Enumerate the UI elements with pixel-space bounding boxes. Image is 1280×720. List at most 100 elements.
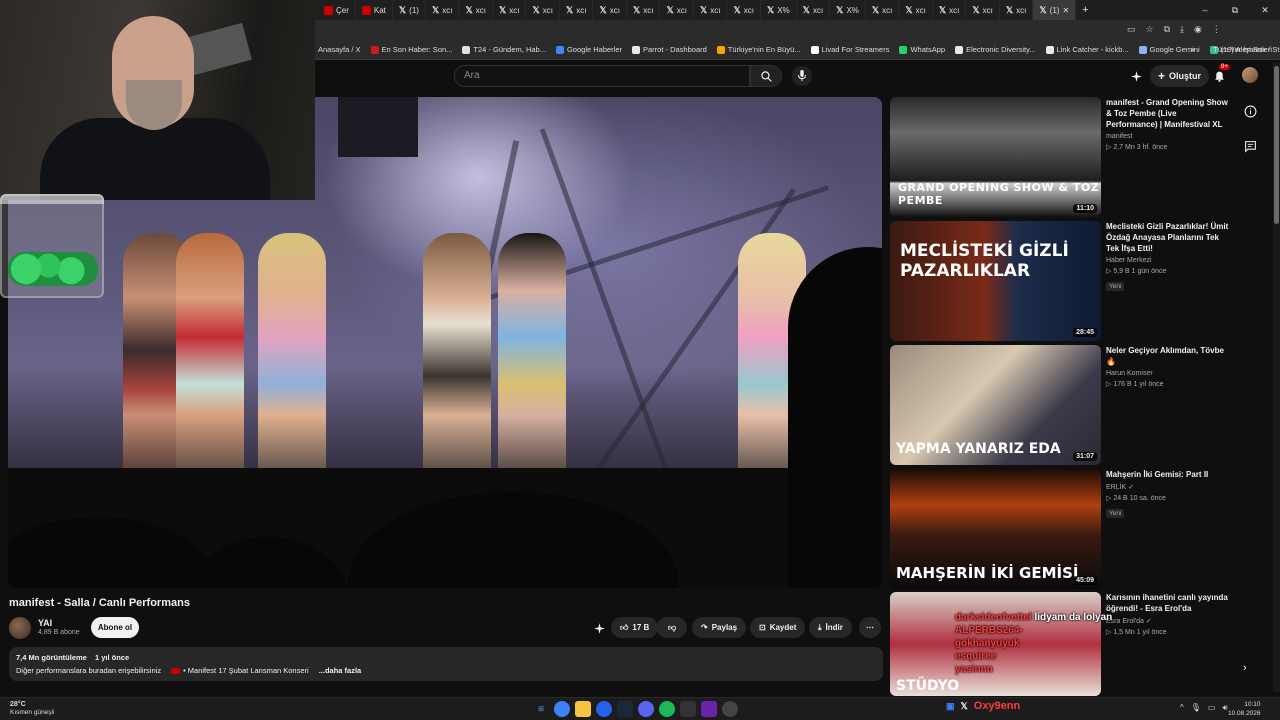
browser-tab[interactable]: 𝕏xcı xyxy=(899,0,933,20)
recommended-video[interactable]: MECLİSTEKİ GİZLİ PAZARLIKLAR 28:45 Meclist… xyxy=(890,221,1240,341)
download-icon[interactable]: ⤓ xyxy=(1180,24,1184,35)
browser-tab[interactable]: 𝕏xcı xyxy=(660,0,694,20)
bookmark-item[interactable]: Anasayfa / X xyxy=(318,45,361,54)
bookmark-item[interactable]: En Son Haber: Son... xyxy=(370,45,452,54)
browser-tab[interactable]: Kat xyxy=(356,0,393,20)
video-thumbnail[interactable]: YAPMA YANARIZ EDA 31:07 xyxy=(890,345,1101,465)
video-thumbnail[interactable]: MECLİSTEKİ GİZLİ PAZARLIKLAR 28:45 xyxy=(890,221,1101,341)
new-tab-button[interactable]: + xyxy=(1076,0,1094,20)
system-clock[interactable]: 10:10 10.08.2026 xyxy=(1228,700,1261,718)
spotify-icon[interactable] xyxy=(659,701,675,717)
video-title[interactable]: Karısının ihanetini canlı yayında öğrend… xyxy=(1106,592,1230,614)
tray-chevron-icon[interactable]: ^ xyxy=(1180,703,1184,713)
epic-games-icon[interactable] xyxy=(680,701,696,717)
save-button[interactable]: ⊡ Kaydet xyxy=(750,617,806,638)
channel-name[interactable]: Harun Komiser xyxy=(1106,370,1230,377)
network-icon[interactable]: ▭ xyxy=(1208,703,1216,713)
like-button[interactable]: 👍︎ 17 B xyxy=(611,617,659,638)
video-title[interactable]: manifest - Grand Opening Show & Toz Pemb… xyxy=(1106,97,1230,130)
chrome-icon[interactable] xyxy=(554,701,570,717)
browser-tab[interactable]: 𝕏xcı xyxy=(459,0,493,20)
browser-tab[interactable]: 𝕏xcı xyxy=(593,0,627,20)
search-input[interactable]: Ara xyxy=(454,65,750,87)
close-window-button[interactable]: ✕ xyxy=(1250,0,1280,20)
dislike-button[interactable]: 👎︎ xyxy=(657,617,687,638)
bookmark-item[interactable]: Electronic Diversity... xyxy=(955,45,1036,54)
volume-icon[interactable]: 🔊︎ xyxy=(1222,703,1227,713)
bookmark-item[interactable]: Livad For Streamers xyxy=(810,45,889,54)
channel-name[interactable]: manifest xyxy=(1106,133,1230,140)
profile-icon[interactable]: ◉ xyxy=(1194,24,1202,35)
channel-name[interactable]: YAI xyxy=(38,618,52,628)
steam-icon[interactable] xyxy=(617,701,633,717)
sparkle-icon[interactable] xyxy=(1128,68,1144,84)
ask-ai-icon[interactable] xyxy=(592,621,606,635)
bookmark-item[interactable]: Link Catcher - kickb... xyxy=(1045,45,1129,54)
bookmark-item[interactable]: Türkiye'nin En Büyü... xyxy=(716,45,801,54)
maximize-button[interactable]: ⧉ xyxy=(1220,0,1250,20)
account-avatar[interactable] xyxy=(1242,67,1258,83)
more-actions-button[interactable]: ⋯ xyxy=(859,617,881,638)
discord-icon[interactable] xyxy=(638,701,654,717)
all-bookmarks-link[interactable]: Tüm Yer İşaretleri xyxy=(1213,45,1272,54)
channel-name[interactable]: Haber Merkezi xyxy=(1106,257,1230,264)
browser-tab[interactable]: 𝕏xcı xyxy=(727,0,761,20)
show-more-button[interactable]: ...daha fazla xyxy=(319,666,362,675)
browser-tab[interactable]: 𝕏 X% xyxy=(761,0,797,20)
voice-search-button[interactable] xyxy=(792,66,812,86)
search-button[interactable] xyxy=(750,65,782,87)
browser-tab[interactable]: 𝕏xcı xyxy=(493,0,527,20)
menu-icon[interactable]: ⋮ xyxy=(1212,24,1221,35)
browser-tab[interactable]: 𝕏xcı xyxy=(694,0,728,20)
browser-tab[interactable]: 𝕏xcı xyxy=(966,0,1000,20)
browser-tab[interactable]: 𝕏 X% xyxy=(830,0,866,20)
bookmarks-overflow-icon[interactable]: » xyxy=(1190,44,1195,54)
video-thumbnail[interactable]: MAHŞERİN İKİ GEMİSİ 45:09 xyxy=(890,469,1101,589)
browser-tab[interactable]: 𝕏xcı xyxy=(797,0,831,20)
streaming-app-icon[interactable] xyxy=(701,701,717,717)
browser-tab[interactable]: 𝕏xcı xyxy=(560,0,594,20)
browser-tab[interactable]: 𝕏xcı xyxy=(866,0,900,20)
channel-name[interactable]: Esra Erol'da ✓ xyxy=(1106,617,1230,625)
recommended-video[interactable]: GRAND OPENING SHOW & TOZ PEMBE 11:10 manif… xyxy=(890,97,1240,217)
create-button[interactable]: + Oluştur xyxy=(1150,65,1210,87)
mic-tray-icon[interactable]: 🎙︎ xyxy=(1191,703,1201,713)
chat-icon[interactable] xyxy=(1243,139,1257,153)
recommended-video[interactable]: MAHŞERİN İKİ GEMİSİ 45:09 Mahşerin İki Gem… xyxy=(890,469,1240,589)
download-button[interactable]: ⤓ İndir xyxy=(809,617,852,638)
browser-tab[interactable]: 𝕏xcı xyxy=(1000,0,1034,20)
chevron-right-icon[interactable]: › xyxy=(1243,662,1257,676)
cast-icon[interactable]: ▭ xyxy=(1127,24,1136,35)
browser-tab[interactable]: 𝕏 (1) xyxy=(393,0,426,20)
video-thumbnail[interactable]: GRAND OPENING SHOW & TOZ PEMBE 11:10 xyxy=(890,97,1101,217)
bookmark-item[interactable]: Google Haberler xyxy=(555,45,622,54)
browser-tab[interactable]: Çer xyxy=(318,0,356,20)
video-title[interactable]: Meclisteki Gizli Pazarlıklar! Ümit Özdağ… xyxy=(1106,221,1230,254)
extensions-icon[interactable]: ⧉ xyxy=(1164,24,1170,35)
browser-tab[interactable]: 𝕏xcı xyxy=(933,0,967,20)
bookmark-item[interactable]: T24 - Gündem, Hab... xyxy=(462,45,546,54)
notifications-button[interactable]: 9+ xyxy=(1211,64,1230,84)
channel-name[interactable]: ERLİK ✓ xyxy=(1106,483,1230,491)
bookmark-item[interactable]: Parrot - Dashboard xyxy=(632,45,707,54)
close-tab-icon[interactable]: ✕ xyxy=(1062,6,1069,15)
weather-widget[interactable]: 28°C Kısmen güneşli xyxy=(10,701,54,717)
browser-tab[interactable]: 𝕏xcı xyxy=(526,0,560,20)
obs-icon[interactable] xyxy=(722,701,738,717)
file-explorer-icon[interactable] xyxy=(575,701,591,717)
scrollbar-thumb[interactable] xyxy=(1274,66,1279,224)
recommended-video[interactable]: YAPMA YANARIZ EDA 31:07 Neler Geçiyor Aklı… xyxy=(890,345,1240,465)
bookmark-item[interactable]: WhatsApp xyxy=(899,45,945,54)
browser-tab[interactable]: 𝕏xcı xyxy=(627,0,661,20)
browser-tab[interactable]: 𝕏xcı xyxy=(426,0,460,20)
minimize-button[interactable]: – xyxy=(1190,0,1220,20)
star-icon[interactable]: ☆ xyxy=(1146,24,1154,35)
video-description[interactable]: 7,4 Mn görüntüleme 1 yıl önce Diğer perf… xyxy=(9,647,883,681)
edge-icon[interactable] xyxy=(596,701,612,717)
start-icon[interactable]: ⊞ xyxy=(533,701,549,717)
share-button[interactable]: ↷ Paylaş xyxy=(692,617,747,638)
browser-tab[interactable]: 𝕏 (1) ✕ xyxy=(1033,0,1077,20)
subscribe-button[interactable]: Abone ol xyxy=(91,617,139,638)
video-title[interactable]: Neler Geçiyor Aklımdan, Tövbe 🔥 xyxy=(1106,345,1230,367)
info-icon[interactable] xyxy=(1243,104,1257,118)
